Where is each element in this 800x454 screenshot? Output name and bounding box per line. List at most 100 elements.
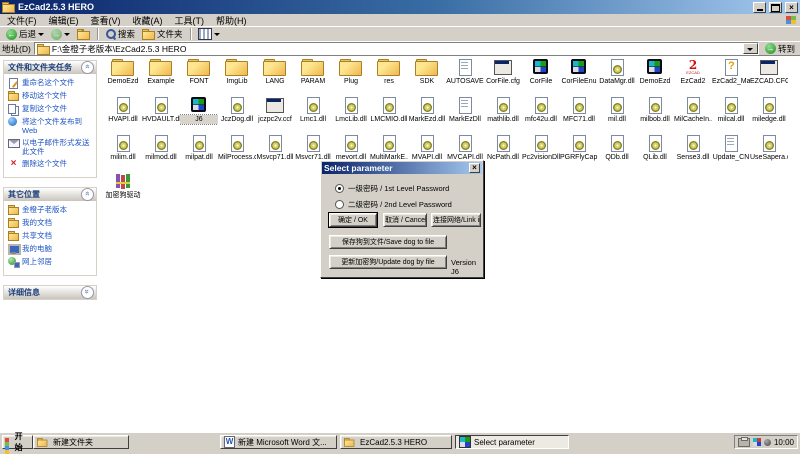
file-item[interactable]: CorFile.cfg bbox=[484, 58, 522, 96]
taskbar-task[interactable]: Select parameter bbox=[455, 435, 569, 449]
file-item[interactable]: Msvcp71.dll bbox=[256, 134, 294, 172]
file-item[interactable]: jczpc2v.ccf bbox=[256, 96, 294, 134]
file-item[interactable]: Example bbox=[142, 58, 180, 96]
printer-tray-icon[interactable] bbox=[738, 438, 750, 447]
save-dog-button[interactable]: 保存狗到文件/Save dog to file bbox=[329, 235, 447, 249]
link-internet-button[interactable]: 连接网络/Link internet bbox=[431, 213, 481, 227]
menu-item[interactable]: 工具(T) bbox=[169, 14, 211, 27]
sidebar-item[interactable]: 共享文档 bbox=[8, 231, 94, 241]
file-item[interactable]: 加密狗驱动 bbox=[104, 172, 142, 210]
file-item[interactable]: mfc42u.dll bbox=[522, 96, 560, 134]
file-item[interactable]: Update_CN bbox=[712, 134, 750, 172]
taskbar-task[interactable]: 新建文件夹 bbox=[33, 435, 129, 449]
update-dog-button[interactable]: 更新加密狗/Update dog by file bbox=[329, 255, 447, 269]
radio-option[interactable]: 一级密码 / 1st Level Password bbox=[335, 183, 449, 194]
file-item[interactable]: PGRFlyCap... bbox=[560, 134, 598, 172]
start-button[interactable]: 开始 bbox=[2, 435, 33, 449]
panel-header[interactable]: 文件和文件夹任务» bbox=[4, 61, 96, 74]
file-item[interactable]: NcPath.dll bbox=[484, 134, 522, 172]
file-item[interactable]: Lmc1.dll bbox=[294, 96, 332, 134]
file-item[interactable]: LmcLib.dll bbox=[332, 96, 370, 134]
menu-item[interactable]: 收藏(A) bbox=[127, 14, 169, 27]
file-item[interactable]: J6 bbox=[180, 96, 218, 134]
file-item[interactable]: SDK bbox=[408, 58, 446, 96]
close-button[interactable]: × bbox=[785, 2, 798, 13]
sidebar-item[interactable]: 网上邻居 bbox=[8, 257, 94, 267]
minimize-button[interactable] bbox=[753, 2, 766, 13]
file-item[interactable]: LMCMIO.dll bbox=[370, 96, 408, 134]
file-item[interactable]: MilProcess.dll bbox=[218, 134, 256, 172]
sidebar-item[interactable]: 复制这个文件 bbox=[8, 104, 94, 114]
sidebar-item[interactable]: ×删除这个文件 bbox=[8, 159, 94, 169]
file-item[interactable]: MilCacheIn... bbox=[674, 96, 712, 134]
device-tray-icon[interactable] bbox=[753, 438, 761, 446]
file-item[interactable]: MFC71.dll bbox=[560, 96, 598, 134]
taskbar-task[interactable]: W新建 Microsoft Word 文... bbox=[220, 435, 337, 449]
file-item[interactable]: EzCad2_Ma... bbox=[712, 58, 750, 96]
ok-button[interactable]: 确定 / OK bbox=[329, 213, 377, 227]
file-item[interactable]: QLib.dll bbox=[636, 134, 674, 172]
taskbar-task[interactable]: EzCad2.5.3 HERO bbox=[340, 435, 452, 449]
file-item[interactable]: EZCAD.CFG bbox=[750, 58, 788, 96]
file-item[interactable]: milmod.dll bbox=[142, 134, 180, 172]
sidebar-item[interactable]: 重命名这个文件 bbox=[8, 78, 94, 88]
file-item[interactable]: milim.dll bbox=[104, 134, 142, 172]
file-item[interactable]: FONT bbox=[180, 58, 218, 96]
file-item[interactable]: PARAM bbox=[294, 58, 332, 96]
dialog-close-button[interactable]: × bbox=[469, 163, 480, 173]
forward-button[interactable]: → bbox=[48, 28, 73, 41]
menu-item[interactable]: 编辑(E) bbox=[43, 14, 85, 27]
menu-item[interactable]: 查看(V) bbox=[85, 14, 127, 27]
file-item[interactable]: res bbox=[370, 58, 408, 96]
chevron-down-icon[interactable]: » bbox=[81, 286, 94, 299]
file-item[interactable]: HVAPI.dll bbox=[104, 96, 142, 134]
menu-item[interactable]: 帮助(H) bbox=[210, 14, 253, 27]
file-item[interactable]: Plug bbox=[332, 58, 370, 96]
title-bar[interactable]: EzCad2.5.3 HERO × bbox=[0, 0, 800, 14]
file-item[interactable]: AUTOSAVE bbox=[446, 58, 484, 96]
sidebar-item[interactable]: 以电子邮件形式发送此文件 bbox=[8, 138, 94, 156]
up-button[interactable]: ↑ bbox=[74, 28, 93, 41]
file-item[interactable]: CorFile bbox=[522, 58, 560, 96]
file-item[interactable]: milcal.dll bbox=[712, 96, 750, 134]
sidebar-item[interactable]: 移动这个文件 bbox=[8, 91, 94, 101]
file-item[interactable]: DemoEzd bbox=[636, 58, 674, 96]
address-input[interactable]: F:\金橙子老版本\EzCad2.5.3 HERO bbox=[34, 42, 759, 55]
file-item[interactable]: Pc2visionDll.dll bbox=[522, 134, 560, 172]
search-button[interactable]: 搜索 bbox=[102, 28, 138, 41]
dialog-title-bar[interactable]: Select parameter × bbox=[322, 162, 482, 174]
address-dropdown-button[interactable] bbox=[743, 43, 758, 54]
file-item[interactable]: UseSapera.dll bbox=[750, 134, 788, 172]
file-item[interactable]: milbob.dll bbox=[636, 96, 674, 134]
back-button[interactable]: ← 后退 bbox=[3, 28, 47, 41]
radio-unchecked-icon[interactable] bbox=[335, 200, 344, 209]
radio-checked-icon[interactable] bbox=[335, 184, 344, 193]
file-item[interactable]: Sense3.dll bbox=[674, 134, 712, 172]
panel-header[interactable]: 其它位置» bbox=[4, 188, 96, 201]
chevron-up-icon[interactable]: » bbox=[81, 61, 94, 74]
file-item[interactable]: MarkEzDll bbox=[446, 96, 484, 134]
file-item[interactable]: ImgLib bbox=[218, 58, 256, 96]
file-item[interactable]: miledge.dll bbox=[750, 96, 788, 134]
file-item[interactable]: MarkEzd.dll bbox=[408, 96, 446, 134]
file-item[interactable]: DemoEzd bbox=[104, 58, 142, 96]
radio-option[interactable]: 二级密码 / 2nd Level Password bbox=[335, 199, 452, 210]
file-item[interactable]: mil.dll bbox=[598, 96, 636, 134]
file-item[interactable]: QDb.dll bbox=[598, 134, 636, 172]
panel-header[interactable]: 详细信息» bbox=[4, 286, 96, 299]
restore-button[interactable] bbox=[769, 2, 782, 13]
file-item[interactable]: HVDAULT.dll bbox=[142, 96, 180, 134]
views-button[interactable] bbox=[195, 28, 223, 41]
file-item[interactable]: EzCad2 bbox=[674, 58, 712, 96]
cancel-button[interactable]: 取消 / Cancel bbox=[383, 213, 427, 227]
file-item[interactable]: CorFileEnu bbox=[560, 58, 598, 96]
file-item[interactable]: JczDog.dll bbox=[218, 96, 256, 134]
file-item[interactable]: LANG bbox=[256, 58, 294, 96]
folders-button[interactable]: 文件夹 bbox=[139, 28, 186, 41]
file-item[interactable]: mathlib.dll bbox=[484, 96, 522, 134]
go-button[interactable]: → 转到 bbox=[762, 43, 798, 55]
file-item[interactable]: milpat.dll bbox=[180, 134, 218, 172]
status-tray-icon[interactable] bbox=[764, 439, 771, 446]
sidebar-item[interactable]: 我的电脑 bbox=[8, 244, 94, 254]
sidebar-item[interactable]: 将这个文件发布到 Web bbox=[8, 117, 94, 135]
